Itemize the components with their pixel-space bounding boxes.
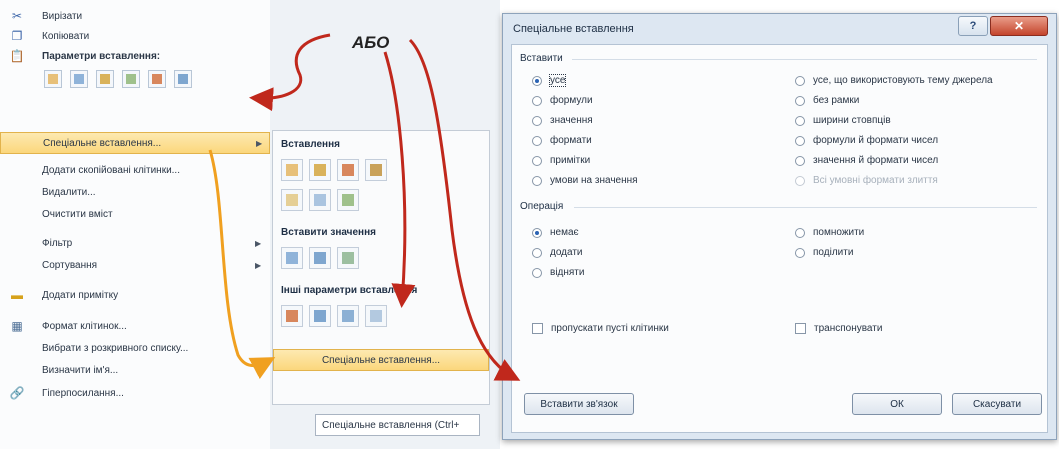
menu-item-pick-from-list[interactable]: Вибрати з розкривного списку... [0, 338, 270, 358]
menu-item-paste-special[interactable]: Спеціальне вставлення... ▶ [0, 132, 270, 154]
submenu-heading-other: Інші параметри вставлення [281, 285, 418, 296]
radio-operation-subtract[interactable]: відняти [532, 267, 584, 278]
paste-special-tooltip-box: Спеціальне вставлення (Ctrl+ [315, 414, 480, 436]
submenu-arrow-icon: ▶ [256, 138, 263, 148]
menu-item-format-cells[interactable]: ▦ Формат клітинок... [0, 316, 270, 336]
hyperlink-icon: 🔗 [9, 386, 25, 400]
radio-operation-divide[interactable]: поділити [795, 247, 853, 258]
menu-item-delete[interactable]: Видалити... [0, 182, 270, 202]
submenu-item-paste-special[interactable]: Спеціальне вставлення... [273, 349, 489, 371]
comment-icon: ▬ [11, 288, 23, 302]
paste-values-icon[interactable] [70, 70, 88, 88]
radio-paste-source-theme[interactable]: усе, що використовують тему джерела [795, 75, 993, 86]
radio-paste-values-number-formats[interactable]: значення й формати чисел [795, 155, 938, 166]
paste-linked-picture-icon[interactable] [365, 305, 387, 327]
help-button[interactable]: ? [958, 16, 988, 36]
menu-item-copy[interactable]: ❐ Копіювати [0, 26, 270, 46]
radio-paste-column-widths[interactable]: ширини стовпців [795, 115, 891, 126]
checkbox-skip-blanks[interactable]: пропускати пусті клітинки [532, 323, 669, 334]
paste-keep-source-format-icon[interactable] [365, 159, 387, 181]
group-divider [572, 59, 1037, 60]
menu-item-paste-options: 📋 Параметри вставлення: [9, 49, 161, 63]
radio-paste-no-borders[interactable]: без рамки [795, 95, 859, 106]
cancel-button[interactable]: Скасувати [952, 393, 1042, 415]
paste-link-button[interactable]: Вставити зв'язок [524, 393, 634, 415]
paste-picture-icon[interactable] [337, 305, 359, 327]
submenu-arrow-icon: ▶ [255, 238, 262, 248]
paste-icon[interactable] [44, 70, 62, 88]
submenu-arrow-icon: ▶ [255, 260, 262, 270]
radio-paste-merge-conditional-formats: Всі умовні формати злиття [795, 175, 938, 186]
radio-operation-none[interactable]: немає [532, 227, 579, 238]
menu-item-insert-copied-cells[interactable]: Додати скопійовані клітинки... [0, 160, 270, 180]
radio-paste-formats[interactable]: формати [532, 135, 592, 146]
checkbox-transpose[interactable]: транспонувати [795, 323, 882, 334]
paste-options-icon: 📋 [9, 49, 25, 63]
paste-values-icon[interactable] [281, 247, 303, 269]
menu-item-insert-comment[interactable]: ▬ Додати примітку [0, 285, 270, 305]
paste-icon[interactable] [281, 159, 303, 181]
paste-column-widths-icon[interactable] [309, 189, 331, 211]
group-divider [574, 207, 1037, 208]
dialog-title: Спеціальне вставлення [513, 23, 634, 35]
radio-operation-multiply[interactable]: помножити [795, 227, 864, 238]
group-label-operation: Операція [520, 201, 564, 212]
paste-no-borders-icon[interactable] [281, 189, 303, 211]
paste-formulas-icon[interactable] [96, 70, 114, 88]
menu-item-filter[interactable]: Фільтр ▶ [0, 233, 270, 253]
radio-paste-validation[interactable]: умови на значення [532, 175, 638, 186]
submenu-heading-paste: Вставлення [281, 139, 340, 150]
paste-submenu: Вставлення Вставити значення Інші параме… [272, 130, 490, 405]
menu-item-cut[interactable]: ✂ Вирізати [0, 6, 270, 26]
menu-item-sort[interactable]: Сортування ▶ [0, 255, 270, 275]
paste-values-number-format-icon[interactable] [309, 247, 331, 269]
radio-paste-formulas-number-formats[interactable]: формули й формати чисел [795, 135, 938, 146]
radio-paste-comments[interactable]: примітки [532, 155, 590, 166]
paste-link-icon[interactable] [309, 305, 331, 327]
radio-operation-add[interactable]: додати [532, 247, 583, 258]
paste-link-icon[interactable] [174, 70, 192, 88]
submenu-heading-values: Вставити значення [281, 227, 376, 238]
copy-icon: ❐ [11, 29, 23, 43]
radio-paste-formulas[interactable]: формули [532, 95, 593, 106]
dialog-body: Вставити усе формули значення формати пр… [511, 44, 1048, 433]
close-button[interactable]: ✕ [990, 16, 1048, 36]
paste-formulas-number-format-icon[interactable] [337, 159, 359, 181]
paste-formulas-icon[interactable] [309, 159, 331, 181]
context-menu: ✂ Вирізати ❐ Копіювати 📋 Параметри встав… [0, 0, 270, 449]
group-label-paste: Вставити [520, 53, 563, 64]
paste-transpose-icon[interactable] [122, 70, 140, 88]
menu-item-hyperlink[interactable]: 🔗 Гіперпосилання... [0, 383, 270, 403]
paste-formatting-icon[interactable] [148, 70, 166, 88]
format-cells-icon: ▦ [11, 319, 23, 333]
paste-transpose-icon[interactable] [337, 189, 359, 211]
paste-special-dialog: Спеціальне вставлення ? ✕ Вставити усе ф… [502, 13, 1057, 440]
paste-formatting-icon[interactable] [281, 305, 303, 327]
radio-paste-all[interactable]: усе [532, 74, 567, 87]
menu-item-clear-contents[interactable]: Очистити вміст [0, 204, 270, 224]
ok-button[interactable]: ОК [852, 393, 942, 415]
menu-item-define-name[interactable]: Визначити ім'я... [0, 360, 270, 380]
cut-icon: ✂ [11, 9, 23, 23]
radio-paste-values[interactable]: значення [532, 115, 593, 126]
paste-values-source-format-icon[interactable] [337, 247, 359, 269]
